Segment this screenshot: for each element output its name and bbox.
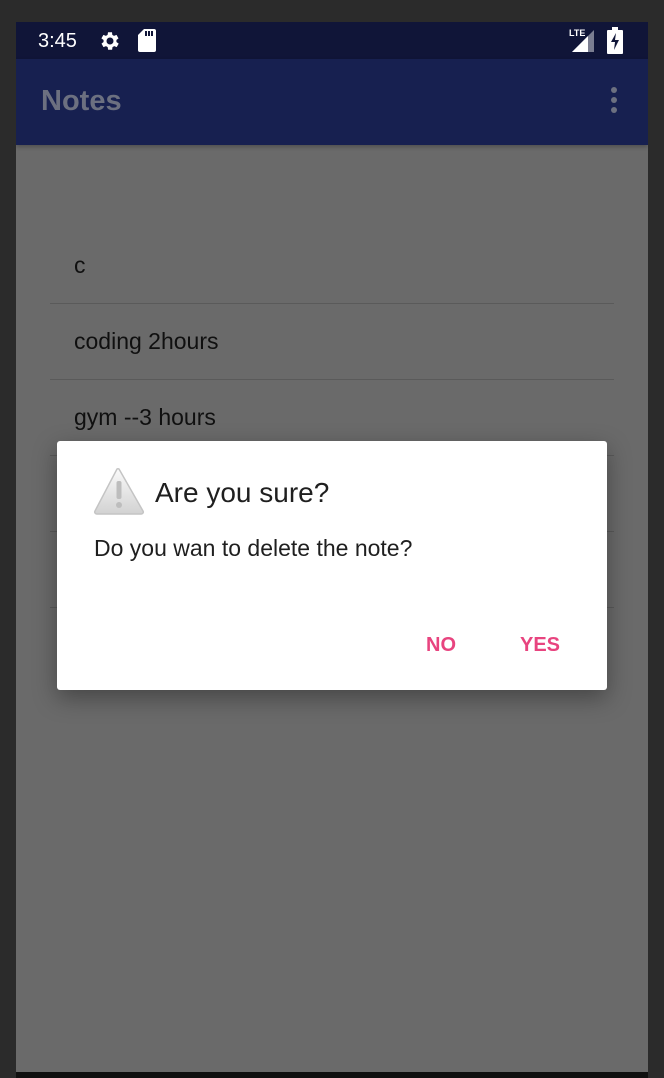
note-text: c (74, 252, 86, 278)
sd-card-icon (138, 29, 156, 52)
lte-signal-icon (572, 30, 594, 52)
app-bar: Notes (16, 59, 648, 145)
app-title: Notes (41, 85, 122, 117)
note-text: gym --3 hours (74, 404, 216, 430)
note-text: coding 2hours (74, 328, 219, 354)
warning-icon (93, 467, 145, 515)
no-button[interactable]: NO (420, 630, 462, 661)
status-time: 3:45 (38, 30, 77, 52)
confirm-delete-dialog: Are you sure? Do you wan to delete the n… (57, 441, 607, 690)
status-bar: 3:45 LTE (16, 22, 648, 59)
dialog-message: Do you wan to delete the note? (94, 535, 413, 561)
battery-charging-icon (607, 27, 623, 54)
navigation-bar-edge (16, 1072, 648, 1078)
yes-button[interactable]: YES (514, 630, 566, 661)
settings-gear-icon (101, 32, 119, 50)
more-vert-icon[interactable] (600, 85, 628, 119)
phone-screen: 3:45 LTE Notes c coding 2hours gym --3 h… (16, 22, 648, 1072)
dialog-title: Are you sure? (155, 477, 330, 508)
list-item[interactable]: c (50, 228, 614, 304)
list-item[interactable]: coding 2hours (50, 304, 614, 380)
